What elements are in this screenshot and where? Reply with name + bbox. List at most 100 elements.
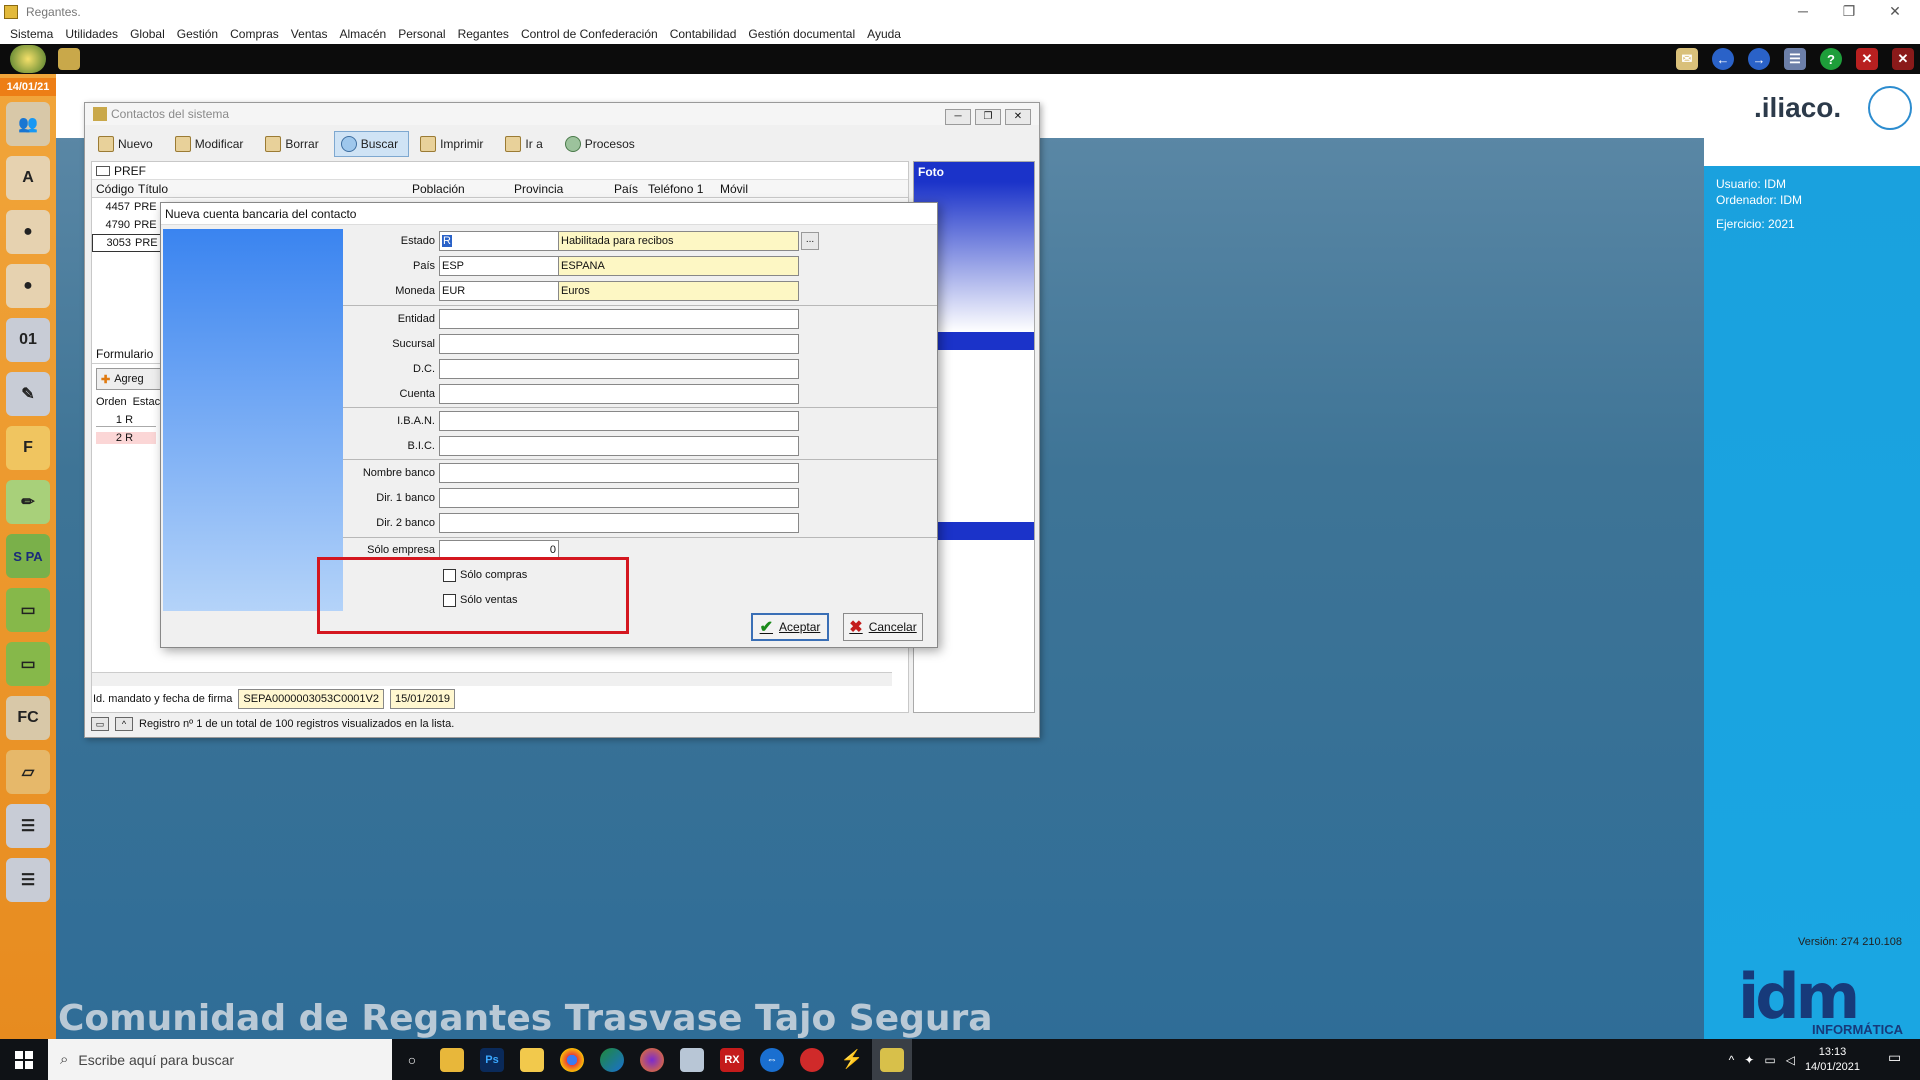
- col-estado[interactable]: Estac: [133, 396, 161, 408]
- dc-field[interactable]: [439, 359, 799, 379]
- iban-field[interactable]: [439, 411, 799, 431]
- task-view-icon[interactable]: ○: [392, 1039, 432, 1080]
- nuevo-button[interactable]: Nuevo: [91, 131, 164, 157]
- list-item[interactable]: 1 R: [96, 414, 156, 427]
- document-edit-icon[interactable]: ✎: [6, 372, 50, 416]
- home-globe-icon[interactable]: [10, 45, 46, 73]
- close-window-icon[interactable]: ✕: [1856, 48, 1878, 70]
- maximize-button[interactable]: ❐: [1826, 0, 1872, 24]
- nombre-banco-field[interactable]: [439, 463, 799, 483]
- network-icon[interactable]: ▭: [1764, 1053, 1775, 1067]
- menu-gestion-documental[interactable]: Gestión documental: [742, 27, 861, 41]
- menu-ventas[interactable]: Ventas: [285, 27, 334, 41]
- menu-contabilidad[interactable]: Contabilidad: [664, 27, 743, 41]
- contacts-maximize-button[interactable]: ❐: [975, 109, 1001, 125]
- mandate-id-field[interactable]: SEPA0000003053C0001V2: [238, 689, 384, 709]
- cuenta-field[interactable]: [439, 384, 799, 404]
- close-button[interactable]: ✕: [1872, 0, 1918, 24]
- menu-global[interactable]: Global: [124, 27, 171, 41]
- estado-code-field[interactable]: R: [439, 231, 559, 251]
- bic-field[interactable]: [439, 436, 799, 456]
- volume-icon[interactable]: ◁: [1786, 1053, 1795, 1067]
- col-codigo[interactable]: Código: [92, 182, 134, 196]
- fc-document-icon[interactable]: FC: [6, 696, 50, 740]
- help-icon[interactable]: ?: [1820, 48, 1842, 70]
- col-pais[interactable]: País: [610, 182, 644, 196]
- back-arrow-icon[interactable]: ←: [1712, 48, 1734, 70]
- app-regantes-icon[interactable]: [672, 1039, 712, 1080]
- tray-chevron-icon[interactable]: ^: [1729, 1053, 1735, 1067]
- menu-ayuda[interactable]: Ayuda: [861, 27, 907, 41]
- moneda-code-field[interactable]: EUR: [439, 281, 559, 301]
- list2-icon[interactable]: ☰: [6, 858, 50, 902]
- photoshop-icon[interactable]: Ps: [472, 1039, 512, 1080]
- file-explorer-icon[interactable]: [432, 1039, 472, 1080]
- edge-icon[interactable]: [592, 1039, 632, 1080]
- borrar-button[interactable]: Borrar: [258, 131, 329, 157]
- horizontal-scrollbar[interactable]: [92, 672, 892, 686]
- imprimir-button[interactable]: Imprimir: [413, 131, 494, 157]
- exit-icon[interactable]: ✕: [1892, 48, 1914, 70]
- start-button[interactable]: [0, 1039, 48, 1080]
- sepa-icon[interactable]: S PA: [6, 534, 50, 578]
- sucursal-field[interactable]: [439, 334, 799, 354]
- book2-icon[interactable]: ▭: [6, 642, 50, 686]
- procesos-button[interactable]: Procesos: [558, 131, 646, 157]
- entidad-field[interactable]: [439, 309, 799, 329]
- user-a-icon[interactable]: A: [6, 156, 50, 200]
- user-icon[interactable]: ●: [6, 210, 50, 254]
- folder-yellow-icon[interactable]: [512, 1039, 552, 1080]
- clock[interactable]: 13:13 14/01/2021: [1805, 1045, 1860, 1075]
- add-button[interactable]: ✚ Agreg: [96, 368, 166, 390]
- contacts-close-button[interactable]: ✕: [1005, 109, 1031, 125]
- rx-icon[interactable]: RX: [712, 1039, 752, 1080]
- taskbar-search[interactable]: ⌕ Escribe aquí para buscar: [48, 1039, 392, 1080]
- list-icon[interactable]: ☰: [6, 804, 50, 848]
- forward-arrow-icon[interactable]: →: [1748, 48, 1770, 70]
- dir1-field[interactable]: [439, 488, 799, 508]
- status-window-icon[interactable]: ▭: [91, 717, 109, 731]
- contacts-toolbar-icon[interactable]: [58, 48, 80, 70]
- book-icon[interactable]: ▭: [6, 588, 50, 632]
- modificar-button[interactable]: Modificar: [168, 131, 255, 157]
- contacts-minimize-button[interactable]: ─: [945, 109, 971, 125]
- mandate-date-field[interactable]: 15/01/2019: [390, 689, 456, 709]
- pencil-icon[interactable]: ✏: [6, 480, 50, 524]
- buscar-button[interactable]: Buscar: [333, 131, 410, 157]
- col-telefono[interactable]: Teléfono 1: [644, 182, 716, 196]
- menu-personal[interactable]: Personal: [392, 27, 451, 41]
- menu-control-confederacion[interactable]: Control de Confederación: [515, 27, 664, 41]
- menu-regantes[interactable]: Regantes: [452, 27, 515, 41]
- aceptar-button[interactable]: ✔ Aceptar: [751, 613, 829, 641]
- user2-icon[interactable]: ●: [6, 264, 50, 308]
- teamviewer-icon[interactable]: ⇔: [752, 1039, 792, 1080]
- col-movil[interactable]: Móvil: [716, 182, 788, 196]
- database-icon[interactable]: 01: [6, 318, 50, 362]
- tab-formulario[interactable]: Formulario: [96, 347, 153, 361]
- firefox-icon[interactable]: [632, 1039, 672, 1080]
- menu-sistema[interactable]: Sistema: [4, 27, 59, 41]
- col-orden[interactable]: Orden: [96, 396, 127, 408]
- dir2-field[interactable]: [439, 513, 799, 533]
- menu-utilidades[interactable]: Utilidades: [59, 27, 124, 41]
- col-provincia[interactable]: Provincia: [510, 182, 610, 196]
- windows-list-icon[interactable]: ☰: [1784, 48, 1806, 70]
- col-poblacion[interactable]: Población: [408, 182, 510, 196]
- notification-icon[interactable]: ▭: [1888, 1049, 1910, 1069]
- chrome-icon[interactable]: [552, 1039, 592, 1080]
- col-titulo[interactable]: Título: [134, 182, 408, 196]
- menu-compras[interactable]: Compras: [224, 27, 285, 41]
- list-item[interactable]: 2 R: [96, 432, 156, 444]
- ir-a-button[interactable]: Ir a: [498, 131, 553, 157]
- cancelar-button[interactable]: ✖ Cancelar: [843, 613, 923, 641]
- mail-icon[interactable]: ✉: [1676, 48, 1698, 70]
- contacts-icon[interactable]: 👥: [6, 102, 50, 146]
- menu-gestion[interactable]: Gestión: [171, 27, 224, 41]
- app-red-icon[interactable]: [792, 1039, 832, 1080]
- regantes-active-icon[interactable]: [872, 1039, 912, 1080]
- menu-almacen[interactable]: Almacén: [334, 27, 393, 41]
- flash-icon[interactable]: ⚡: [832, 1039, 872, 1080]
- status-up-icon[interactable]: ^: [115, 717, 133, 731]
- dropbox-icon[interactable]: ✦: [1744, 1053, 1754, 1067]
- folder-f-icon[interactable]: F: [6, 426, 50, 470]
